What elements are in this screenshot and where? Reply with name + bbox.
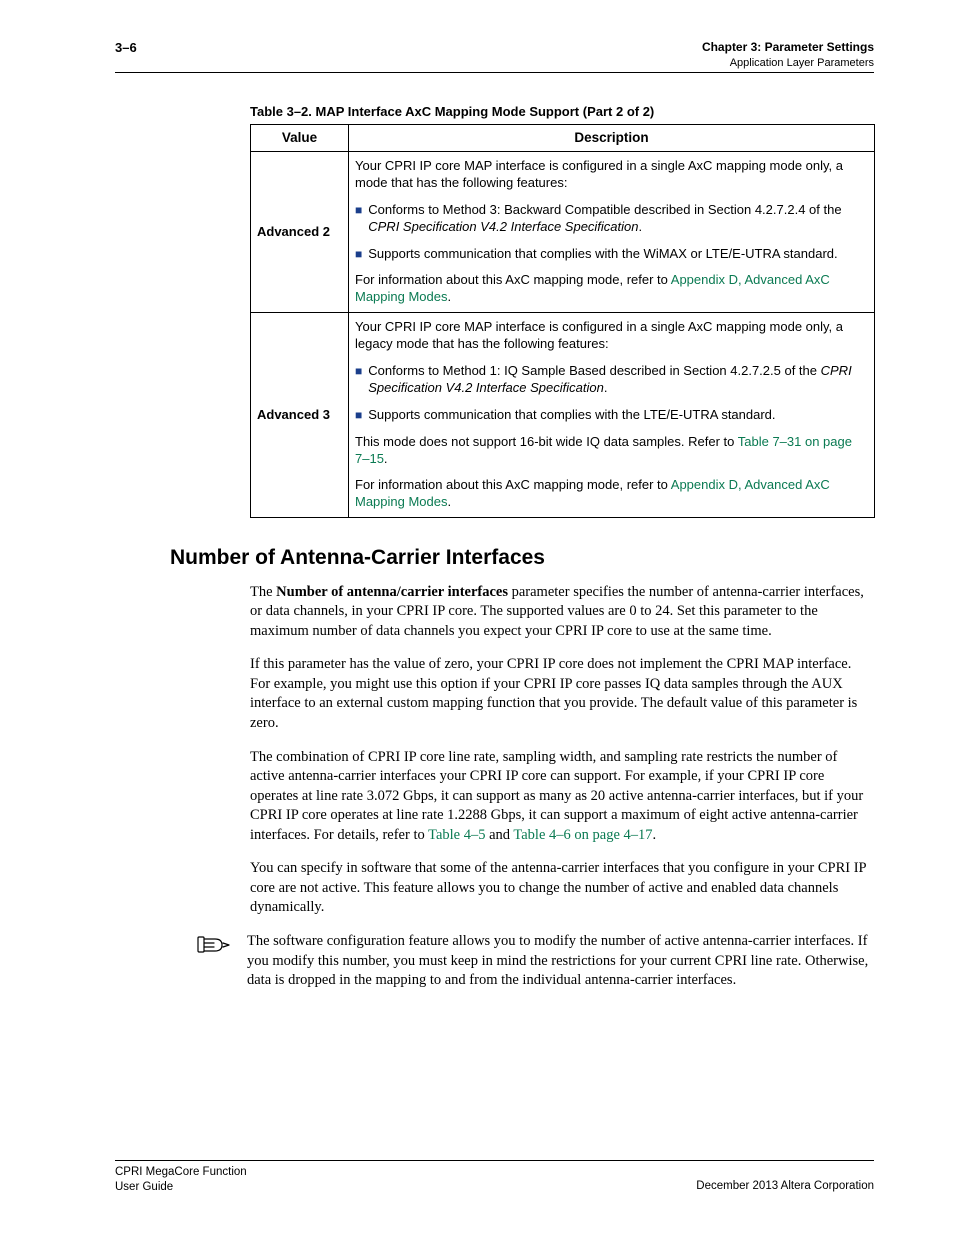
chapter-block: Chapter 3: Parameter Settings Applicatio…	[702, 40, 874, 70]
desc-ref: For information about this AxC mapping m…	[355, 270, 868, 308]
bullet-icon: ■	[355, 363, 362, 380]
bullet-icon: ■	[355, 407, 362, 424]
bullet-icon: ■	[355, 202, 362, 219]
value-cell: Advanced 3	[251, 313, 349, 518]
desc-ref: For information about this AxC mapping m…	[355, 475, 868, 513]
chapter-sub: Application Layer Parameters	[702, 56, 874, 70]
desc-intro: Your CPRI IP core MAP interface is confi…	[355, 317, 868, 355]
desc-intro: Your CPRI IP core MAP interface is confi…	[355, 156, 868, 194]
chapter-title: Chapter 3: Parameter Settings	[702, 40, 874, 56]
bullet-icon: ■	[355, 246, 362, 263]
th-value: Value	[251, 125, 349, 152]
section-heading: Number of Antenna-Carrier Interfaces	[170, 544, 874, 572]
xref-link[interactable]: Table 4–6 on page 4–17	[513, 827, 652, 843]
note-block: The software configuration feature allow…	[197, 932, 874, 991]
footer-doc-sub: User Guide	[115, 1180, 247, 1195]
bullet-text: Conforms to Method 1: IQ Sample Based de…	[368, 363, 868, 397]
desc-bullet: ■ Conforms to Method 1: IQ Sample Based …	[355, 361, 868, 399]
body-paragraph: You can specify in software that some of…	[250, 859, 874, 918]
page-footer: CPRI MegaCore Function User Guide Decemb…	[115, 1160, 874, 1195]
footer-doc-title: CPRI MegaCore Function	[115, 1165, 247, 1180]
param-name: Number of antenna/carrier interfaces	[276, 584, 508, 600]
footer-left: CPRI MegaCore Function User Guide	[115, 1165, 247, 1195]
desc-bullet: ■ Supports communication that complies w…	[355, 405, 868, 426]
note-text: The software configuration feature allow…	[247, 932, 874, 991]
page-header: 3–6 Chapter 3: Parameter Settings Applic…	[115, 40, 874, 73]
page-number: 3–6	[115, 40, 137, 57]
table-row: Advanced 3 Your CPRI IP core MAP interfa…	[251, 313, 875, 518]
table-row: Advanced 2 Your CPRI IP core MAP interfa…	[251, 151, 875, 312]
description-cell: Your CPRI IP core MAP interface is confi…	[349, 151, 875, 312]
footer-right: December 2013 Altera Corporation	[696, 1179, 874, 1195]
body-paragraph: If this parameter has the value of zero,…	[250, 655, 874, 733]
bullet-text: Conforms to Method 3: Backward Compatibl…	[368, 202, 868, 236]
body-paragraph: The combination of CPRI IP core line rat…	[250, 748, 874, 846]
note-hand-icon	[197, 932, 247, 956]
desc-bullet: ■ Conforms to Method 3: Backward Compati…	[355, 200, 868, 238]
desc-bullet: ■ Supports communication that complies w…	[355, 244, 868, 265]
body-paragraph: The Number of antenna/carrier interfaces…	[250, 583, 874, 642]
mapping-mode-table: Value Description Advanced 2 Your CPRI I…	[250, 124, 875, 518]
desc-ref: This mode does not support 16-bit wide I…	[355, 432, 868, 470]
description-cell: Your CPRI IP core MAP interface is confi…	[349, 313, 875, 518]
table-caption: Table 3–2. MAP Interface AxC Mapping Mod…	[250, 103, 874, 121]
xref-link[interactable]: Table 4–5	[428, 827, 485, 843]
value-cell: Advanced 2	[251, 151, 349, 312]
th-description: Description	[349, 125, 875, 152]
bullet-text: Supports communication that complies wit…	[368, 246, 837, 263]
bullet-text: Supports communication that complies wit…	[368, 407, 775, 424]
